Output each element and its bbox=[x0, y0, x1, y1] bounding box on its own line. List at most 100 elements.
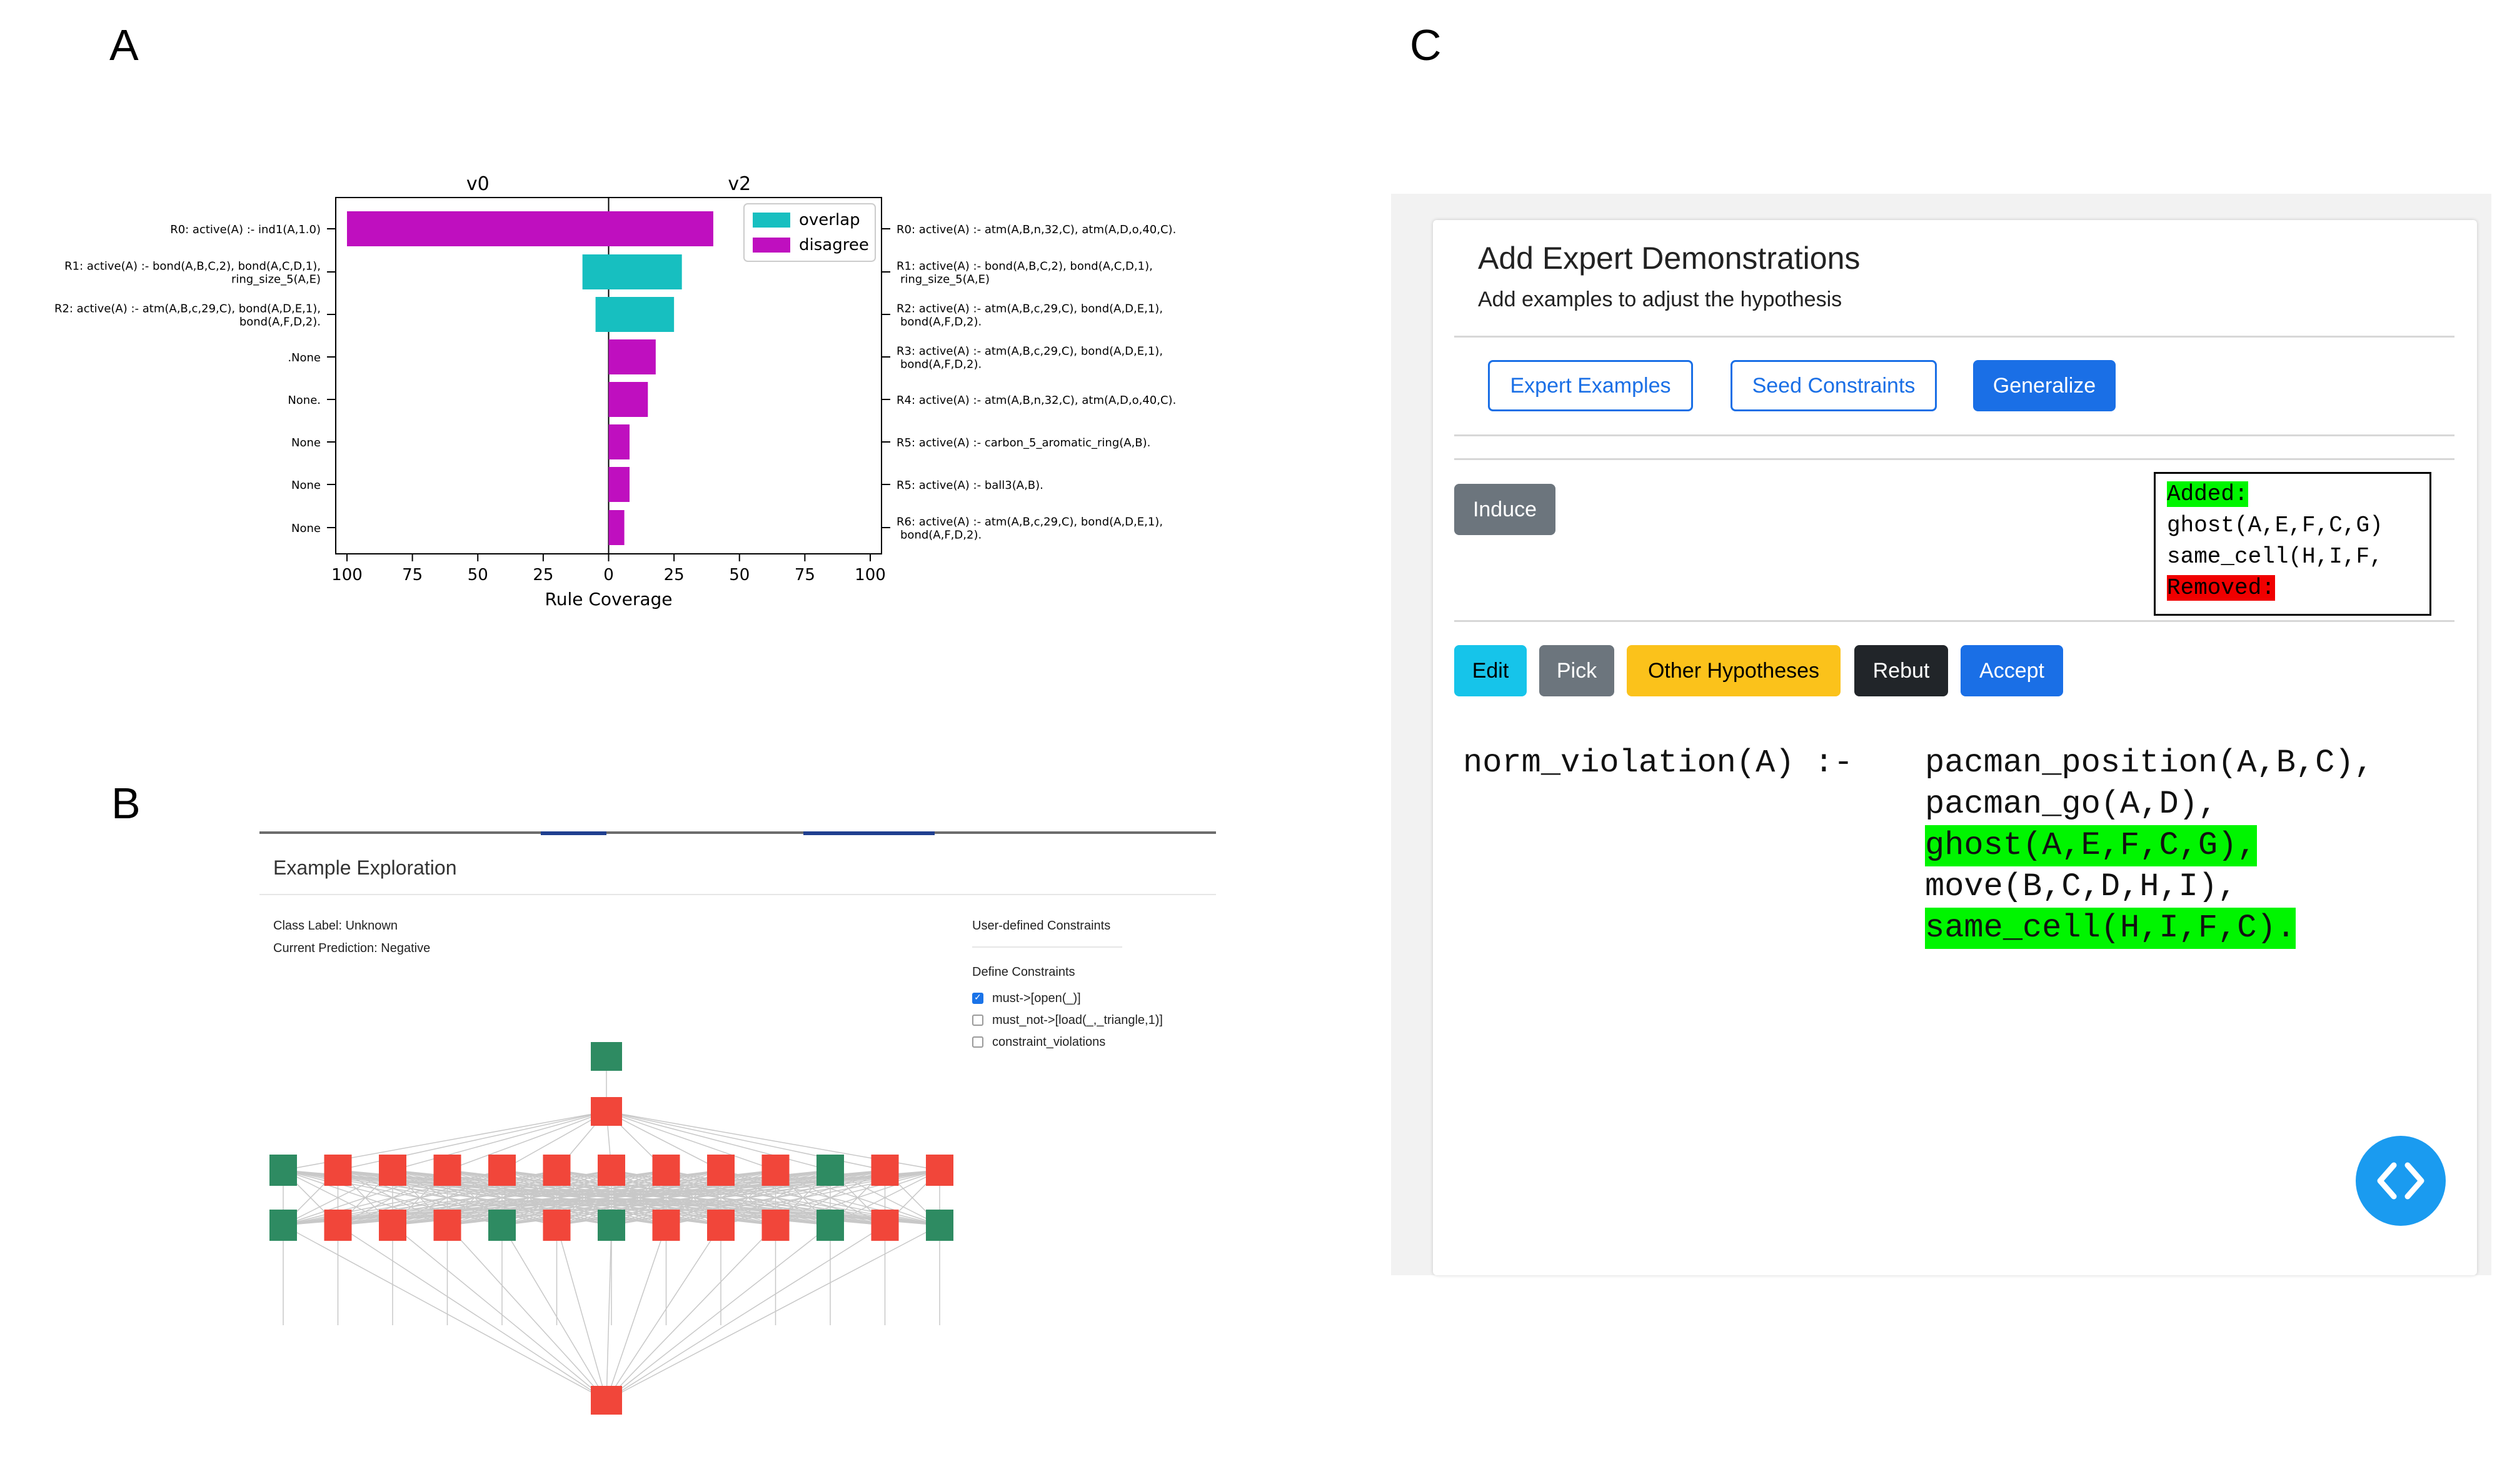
added-label: Added: bbox=[2167, 481, 2248, 507]
graph-node[interactable] bbox=[591, 1042, 622, 1071]
graph-node[interactable] bbox=[871, 1210, 899, 1241]
graph-node[interactable] bbox=[488, 1155, 516, 1186]
graph-node[interactable] bbox=[871, 1155, 899, 1186]
panel-label-a: A bbox=[109, 21, 139, 69]
x-axis-label: Rule Coverage bbox=[545, 589, 673, 609]
right-rule-label: R1: active(A) :- bond(A,B,C,2), bond(A,C… bbox=[897, 260, 1153, 273]
graph-node[interactable] bbox=[816, 1210, 844, 1241]
hypothesis-diff-box: Added: ghost(A,E,F,C,G) same_cell(H,I,F,… bbox=[2154, 472, 2431, 616]
x-tick-label: 50 bbox=[468, 566, 488, 584]
rebut-button[interactable]: Rebut bbox=[1854, 645, 1948, 696]
graph-node[interactable] bbox=[269, 1155, 297, 1186]
left-rule-label: .None bbox=[288, 351, 321, 364]
x-tick-label: 75 bbox=[402, 566, 423, 584]
left-rule-label: None bbox=[291, 479, 321, 492]
legend-swatch bbox=[753, 213, 790, 228]
right-rule-label: R3: active(A) :- atm(A,B,c,29,C), bond(A… bbox=[897, 345, 1163, 358]
induce-button[interactable]: Induce bbox=[1454, 484, 1555, 535]
divider bbox=[1454, 434, 2454, 436]
graph-node[interactable] bbox=[761, 1210, 790, 1241]
right-rule-label: R4: active(A) :- atm(A,B,n,32,C), atm(A,… bbox=[897, 394, 1176, 407]
seed-constraints-button[interactable]: Seed Constraints bbox=[1731, 360, 1937, 411]
title-left: v0 bbox=[466, 173, 490, 195]
bar-disagree bbox=[347, 211, 713, 246]
graph-node[interactable] bbox=[926, 1155, 953, 1186]
bar-disagree bbox=[608, 382, 648, 417]
edit-button[interactable]: Edit bbox=[1454, 645, 1527, 696]
graph-edge bbox=[606, 1225, 885, 1401]
expert-demonstrations-card: Add Expert Demonstrations Add examples t… bbox=[1433, 220, 2477, 1275]
graph-edge bbox=[392, 1225, 607, 1401]
graph-node[interactable] bbox=[324, 1155, 352, 1186]
left-rule-label: R2: active(A) :- atm(A,B,c,29,C), bond(A… bbox=[54, 303, 321, 316]
right-rule-label: R0: active(A) :- atm(A,B,n,32,C), atm(A,… bbox=[897, 223, 1176, 236]
divider bbox=[1454, 620, 2454, 622]
graph-node[interactable] bbox=[269, 1210, 297, 1241]
graph-node[interactable] bbox=[433, 1155, 461, 1186]
left-rule-label: None bbox=[291, 522, 321, 535]
left-rule-label: R0: active(A) :- ind1(A,1.0) bbox=[170, 223, 321, 236]
right-rule-label: R5: active(A) :- ball3(A,B). bbox=[897, 479, 1043, 492]
graph-node[interactable] bbox=[379, 1155, 406, 1186]
expert-examples-button[interactable]: Expert Examples bbox=[1488, 360, 1693, 411]
generalize-button[interactable]: Generalize bbox=[1973, 360, 2116, 411]
graph-node[interactable] bbox=[379, 1210, 406, 1241]
graph-node[interactable] bbox=[926, 1210, 953, 1241]
graph-node[interactable] bbox=[543, 1155, 571, 1186]
code-toggle-button[interactable] bbox=[2356, 1136, 2446, 1226]
left-rule-label: None. bbox=[288, 394, 321, 407]
graph-node[interactable] bbox=[652, 1155, 680, 1186]
pick-button[interactable]: Pick bbox=[1539, 645, 1614, 696]
right-rule-label: bond(A,F,D,2). bbox=[900, 358, 982, 371]
graph-edge bbox=[606, 1225, 940, 1401]
title-right: v2 bbox=[728, 173, 751, 195]
left-rule-label: bond(A,F,D,2). bbox=[239, 316, 321, 329]
graph-node[interactable] bbox=[543, 1210, 571, 1241]
x-tick-label: 0 bbox=[603, 566, 614, 584]
graph-edge bbox=[446, 1225, 607, 1401]
graph-node[interactable] bbox=[652, 1210, 680, 1241]
bar-disagree bbox=[608, 510, 625, 545]
divider bbox=[1454, 458, 2454, 460]
graph-node[interactable] bbox=[324, 1210, 352, 1241]
graph-edge bbox=[501, 1225, 607, 1401]
graph-edge bbox=[606, 1225, 776, 1401]
rule-body-line: pacman_position(A,B,C), bbox=[1925, 745, 2374, 781]
panel-label-c: C bbox=[1410, 21, 1442, 69]
diff-line: same_cell(H,I,F, bbox=[2167, 544, 2383, 569]
rule-head: norm_violation(A) :- bbox=[1463, 745, 1854, 781]
right-rule-label: R5: active(A) :- carbon_5_aromatic_ring(… bbox=[897, 436, 1150, 449]
example-graph[interactable] bbox=[259, 831, 1216, 1444]
accept-button[interactable]: Accept bbox=[1961, 645, 2063, 696]
graph-node[interactable] bbox=[488, 1210, 516, 1241]
graph-node[interactable] bbox=[598, 1155, 625, 1186]
graph-node[interactable] bbox=[707, 1210, 735, 1241]
card-subtitle: Add examples to adjust the hypothesis bbox=[1478, 288, 1842, 311]
graph-node[interactable] bbox=[591, 1386, 622, 1415]
rule-coverage-chart: v0 v2 R0: active(A) :- ind1(A,1.0) R0: acti… bbox=[54, 173, 1176, 609]
right-rule-label: R2: active(A) :- atm(A,B,c,29,C), bond(A… bbox=[897, 303, 1163, 316]
other-hypotheses-button[interactable]: Other Hypotheses bbox=[1627, 645, 1841, 696]
x-tick-label: 100 bbox=[855, 566, 886, 584]
rule-body-line-added: same_cell(H,I,F,C). bbox=[1925, 908, 2296, 949]
graph-edge bbox=[606, 1111, 776, 1171]
graph-edge bbox=[556, 1225, 607, 1401]
graph-node[interactable] bbox=[816, 1155, 844, 1186]
left-rule-label: None bbox=[291, 436, 321, 449]
graph-node[interactable] bbox=[598, 1210, 625, 1241]
graph-node[interactable] bbox=[591, 1097, 622, 1126]
diff-line: ghost(A,E,F,C,G) bbox=[2167, 513, 2383, 538]
divider bbox=[1454, 336, 2454, 338]
bar-overlap bbox=[595, 297, 675, 332]
graph-node[interactable] bbox=[761, 1155, 790, 1186]
bar-disagree bbox=[608, 467, 630, 502]
graph-node[interactable] bbox=[707, 1155, 735, 1186]
bar-disagree bbox=[608, 424, 630, 459]
right-rule-label: bond(A,F,D,2). bbox=[900, 316, 982, 329]
x-tick-label: 50 bbox=[729, 566, 750, 584]
right-rule-label: bond(A,F,D,2). bbox=[900, 529, 982, 542]
graph-edge bbox=[283, 1225, 607, 1401]
graph-edge bbox=[606, 1225, 721, 1401]
rule-body-line: pacman_go(A,D), bbox=[1925, 786, 2218, 823]
graph-node[interactable] bbox=[433, 1210, 461, 1241]
